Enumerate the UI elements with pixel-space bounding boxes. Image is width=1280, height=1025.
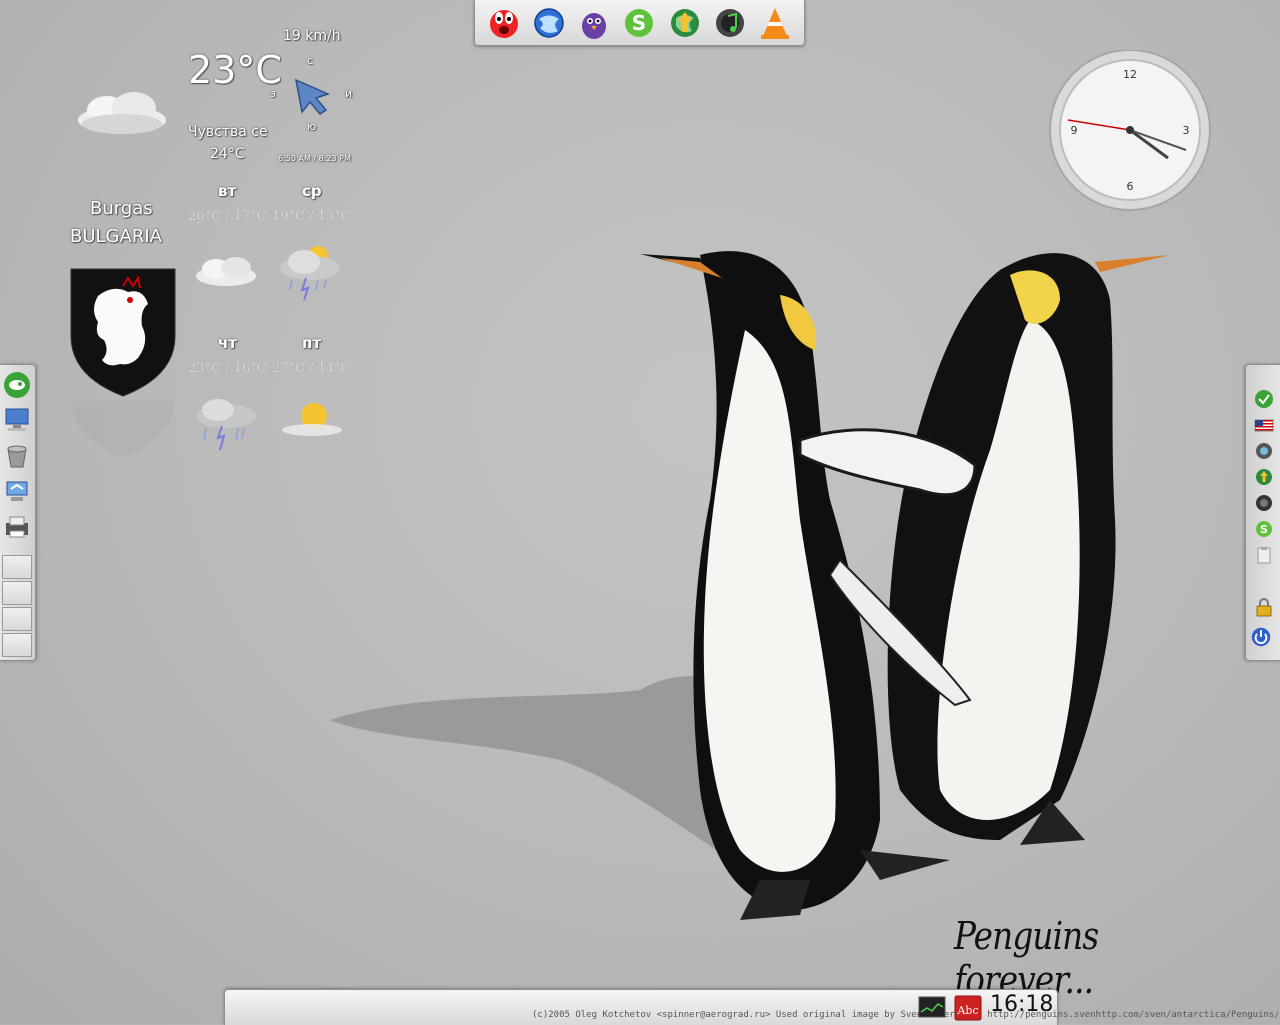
compass-east: и <box>345 87 353 100</box>
wallpaper-credits: (c)2005 Oleg Kotchetov <spinner@aerograd… <box>532 1010 1278 1020</box>
forecast-day-2: ср <box>302 182 322 200</box>
svg-text:9: 9 <box>1071 124 1078 137</box>
svg-text:12: 12 <box>1123 68 1137 81</box>
printer-fax-icon[interactable] <box>3 513 31 541</box>
power-logout-icon[interactable] <box>1251 627 1277 653</box>
globe-upload-icon[interactable] <box>666 4 704 42</box>
forecast-temps-4: 27°C / 14°C <box>272 361 351 376</box>
forecast-day-3: чт <box>218 334 237 352</box>
opensuse-menu-icon[interactable] <box>3 371 31 399</box>
feels-like-label: Чувства се <box>188 124 268 140</box>
forecast-temps-3: 23°C / 16°C <box>188 361 267 376</box>
virtual-desktop-1[interactable] <box>2 555 32 579</box>
left-side-panel <box>0 364 36 661</box>
virtual-desktop-3[interactable] <box>2 607 32 631</box>
spellcheck-icon[interactable]: Abc <box>954 994 984 1022</box>
forecast-day-4: пт <box>302 334 322 352</box>
my-computer-icon[interactable] <box>3 405 31 433</box>
tray-upload-globe-icon[interactable] <box>1254 467 1274 487</box>
taskbar-clock[interactable]: 16:18 <box>990 992 1053 1017</box>
cloudy-icon <box>196 257 256 286</box>
right-side-panel: S <box>1245 364 1280 661</box>
forecast-day-1: вт <box>218 182 237 200</box>
compass-south: ю <box>307 120 317 133</box>
compass-north: с <box>307 54 314 67</box>
analog-clock-widget: 12 3 6 9 <box>1049 50 1211 211</box>
tray-skype-icon[interactable]: S <box>1254 519 1274 539</box>
red-face-icon[interactable] <box>485 4 523 42</box>
wind-speed: 19 km/h <box>283 28 341 44</box>
thunderstorm-sun-icon <box>280 246 340 301</box>
compass-west: з <box>270 87 276 100</box>
wallpaper-penguins <box>330 251 1170 920</box>
system-monitor-icon[interactable] <box>918 996 946 1020</box>
update-ok-icon[interactable] <box>1254 389 1274 409</box>
trash-icon[interactable] <box>3 441 31 469</box>
burgas-coat-of-arms-icon <box>70 268 176 458</box>
tray-audio-icon[interactable] <box>1254 493 1274 513</box>
thunderstorm-icon <box>196 399 256 451</box>
lock-screen-icon[interactable] <box>1254 597 1276 619</box>
music-player-icon[interactable] <box>711 4 749 42</box>
svg-text:Abc: Abc <box>956 1004 978 1017</box>
weather-city: Burgas <box>90 198 153 219</box>
virtual-desktop-4[interactable] <box>2 633 32 657</box>
svg-text:S: S <box>1260 523 1268 536</box>
cloudy-icon <box>78 92 166 134</box>
tray-clipboard-icon[interactable] <box>1254 545 1274 565</box>
sunrise-sunset: 6:50 AM / 8:23 PM <box>278 154 351 163</box>
skype-icon[interactable]: S <box>620 4 658 42</box>
feels-like-value: 24°C <box>210 146 245 162</box>
svg-text:3: 3 <box>1183 124 1190 137</box>
svg-text:6: 6 <box>1127 180 1134 193</box>
network-monitor-icon[interactable] <box>3 477 31 505</box>
us-flag-keyboard-icon[interactable] <box>1254 415 1274 435</box>
wind-direction-arrow-icon <box>295 78 331 115</box>
purple-bird-messenger-icon[interactable] <box>575 4 613 42</box>
globe-browser-icon[interactable] <box>530 4 568 42</box>
virtual-desktop-2[interactable] <box>2 581 32 605</box>
forecast-temps-2: 19°C / 13°C <box>272 209 351 224</box>
vlc-cone-icon[interactable] <box>756 4 794 42</box>
top-launcher-dock: S <box>474 0 805 46</box>
partly-sunny-icon <box>282 403 342 436</box>
tray-globe-icon[interactable] <box>1254 441 1274 461</box>
forecast-temps-1: 26°C / 17°C <box>188 209 267 224</box>
svg-text:S: S <box>632 11 646 35</box>
current-temperature: 23°C <box>188 48 282 92</box>
weather-country: BULGARIA <box>70 226 162 247</box>
